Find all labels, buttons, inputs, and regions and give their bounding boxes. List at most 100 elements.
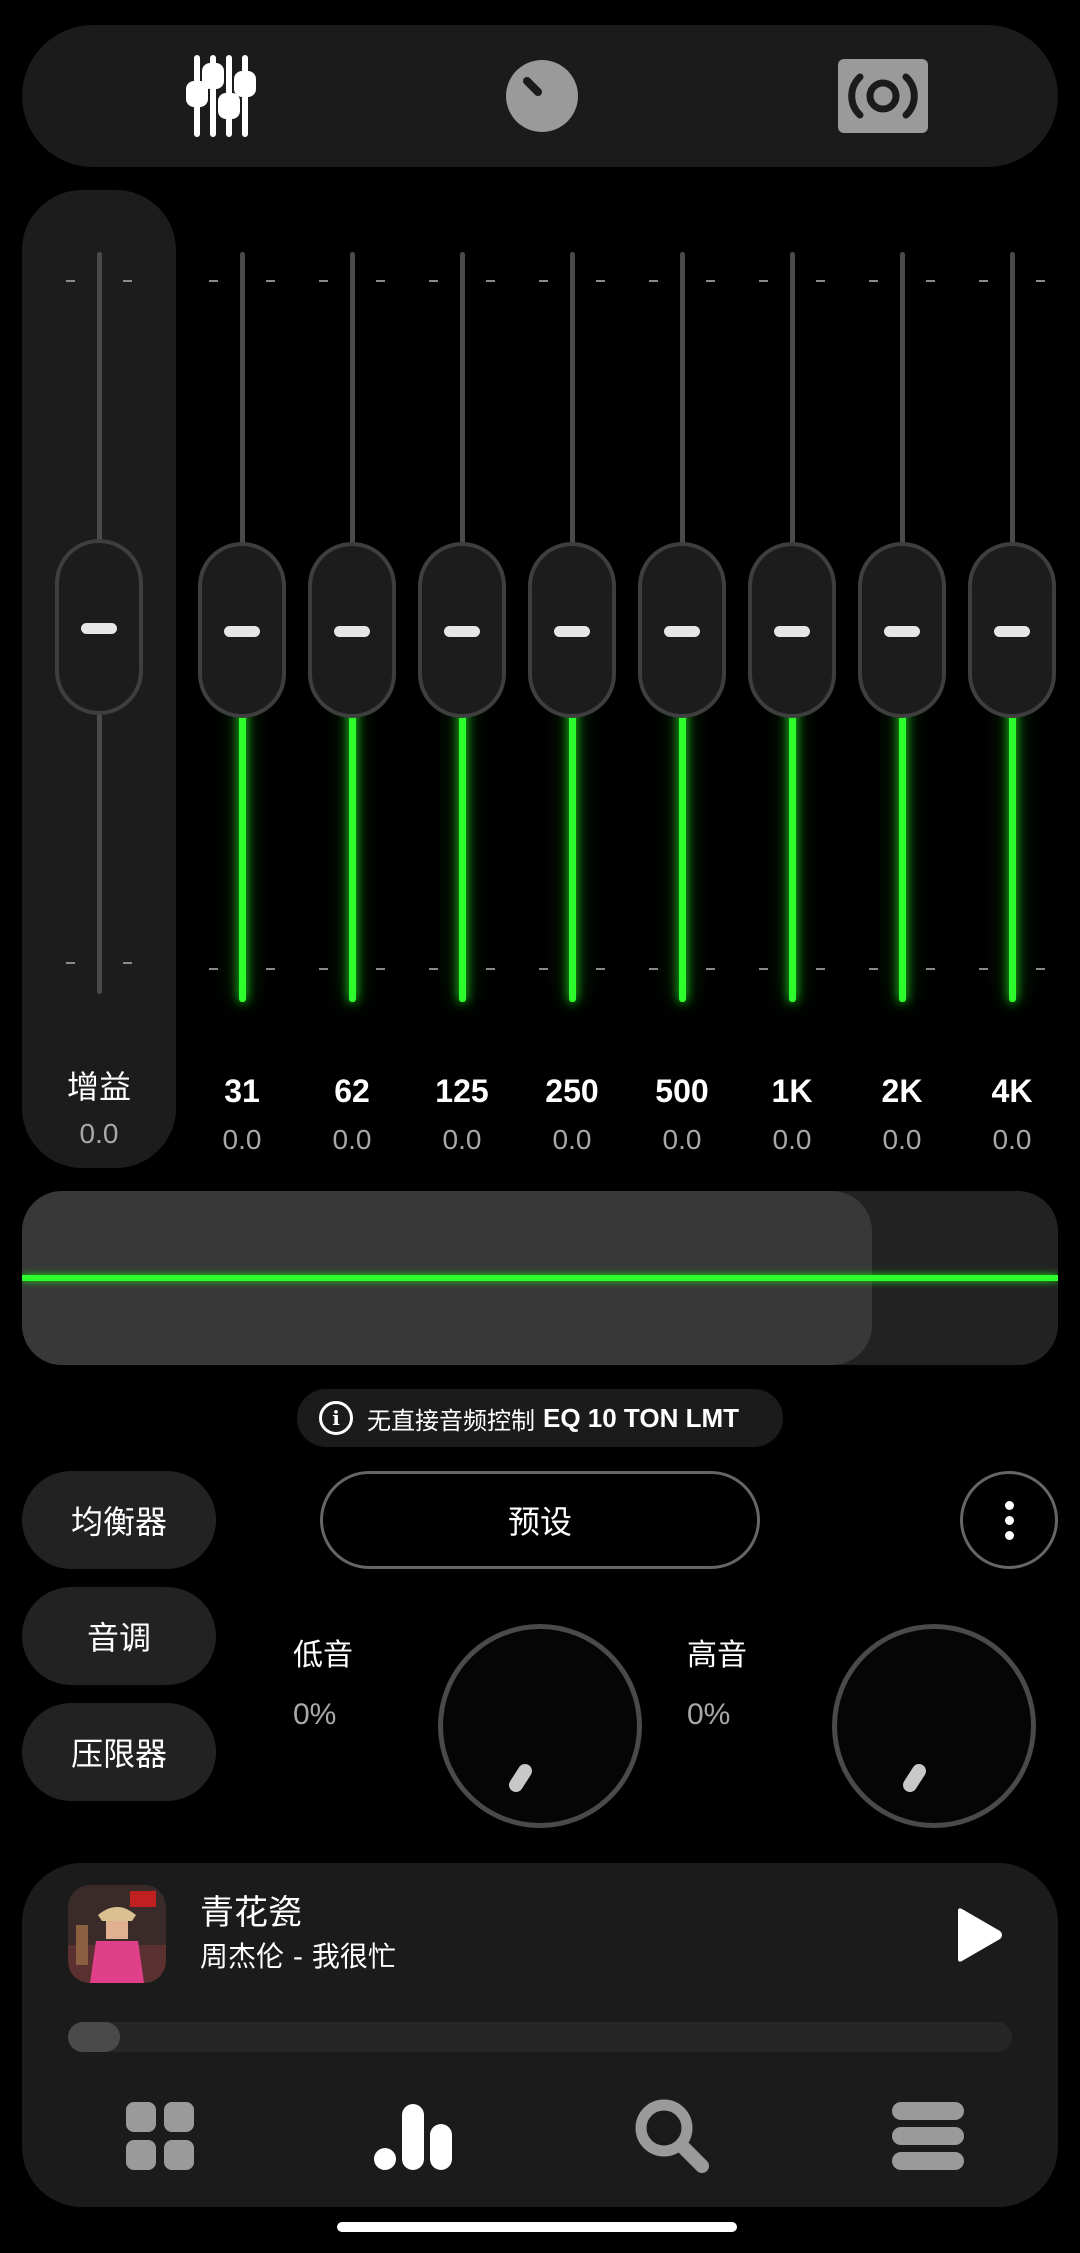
band-4K-thumb[interactable] [968,542,1056,718]
band-125-thumb[interactable] [418,542,506,718]
top-tab-bar [22,25,1058,167]
band-250-thumb[interactable] [528,542,616,718]
band-frequency-label: 4K [991,1073,1033,1109]
scale-tick [539,280,548,282]
album-art[interactable] [68,1885,166,1983]
band-frequency-label: 1K [771,1073,813,1109]
scale-tick [486,280,495,282]
scale-tick [979,280,988,282]
more-dot-icon [1004,1500,1014,1510]
thumb-grip [774,626,810,637]
thumb-grip [81,623,117,634]
band-value: 0.0 [992,1124,1032,1155]
scale-tick [123,280,132,282]
band-value: 0.0 [772,1124,812,1155]
speaker-icon[interactable] [829,25,937,167]
scale-tick [926,280,935,282]
bars-chart-icon[interactable] [372,2096,452,2176]
thumb-grip [664,626,700,637]
thumb-grip [444,626,480,637]
scale-tick [649,968,658,970]
band-value: 0.0 [662,1124,702,1155]
band-frequency-label: 250 [545,1073,599,1109]
scale-tick [596,968,605,970]
equalizer-sliders-icon[interactable] [167,25,275,167]
eq-curve-line [22,1275,1058,1281]
gain-value: 0.0 [79,1118,119,1149]
scale-tick [209,280,218,282]
equalizer-button[interactable]: 均衡器 [22,1471,216,1569]
bass-label: 低音 [293,1638,353,1673]
tone-button[interactable]: 音调 [22,1587,216,1685]
knob-icon[interactable] [488,25,596,167]
scale-tick [759,280,768,282]
scale-tick [979,968,988,970]
now-playing-panel: 青花瓷 周杰伦 - 我很忙 [22,1863,1058,2207]
band-frequency-label: 500 [655,1073,709,1109]
scale-tick [266,968,275,970]
info-code: EQ 10 TON LMT [543,1402,739,1433]
scale-tick [869,280,878,282]
scale-tick [429,968,438,970]
home-indicator[interactable] [337,2222,737,2232]
gain-label: 增益 [66,1068,131,1106]
treble-value: 0% [687,1698,731,1731]
limiter-button[interactable]: 压限器 [22,1703,216,1801]
band-value: 0.0 [882,1124,922,1155]
band-frequency-label: 2K [881,1073,923,1109]
play-button[interactable] [946,1905,1006,1965]
scale-tick [706,280,715,282]
band-frequency-label: 31 [224,1073,260,1109]
scale-tick [649,280,658,282]
grid-icon[interactable] [120,2096,200,2176]
scale-tick [1036,280,1045,282]
more-dot-icon [1004,1530,1014,1540]
info-icon: i [319,1401,353,1435]
scale-tick [209,968,218,970]
band-value: 0.0 [332,1124,372,1155]
thumb-grip [554,626,590,637]
bass-knob[interactable] [438,1624,642,1828]
more-options-button[interactable] [960,1471,1058,1569]
menu-icon[interactable] [888,2096,968,2176]
scale-tick [539,968,548,970]
thumb-grip [994,626,1030,637]
band-value: 0.0 [442,1124,482,1155]
eq-curve-visualizer[interactable] [22,1191,1058,1365]
band-frequency-label: 62 [334,1073,370,1109]
treble-knob[interactable] [832,1624,1036,1828]
scale-tick [66,962,75,964]
scale-tick [816,280,825,282]
scale-tick [376,280,385,282]
song-artist: 周杰伦 - 我很忙 [200,1940,396,1973]
more-dot-icon [1004,1515,1014,1525]
band-31-thumb[interactable] [198,542,286,718]
progress-handle[interactable] [68,2022,120,2052]
audio-control-info: i 无直接音频控制 EQ 10 TON LMT [297,1389,783,1447]
info-text: 无直接音频控制 [367,1406,535,1435]
scale-tick [66,280,75,282]
search-icon[interactable] [632,2096,712,2176]
band-frequency-label: 125 [435,1073,489,1109]
scale-tick [869,968,878,970]
bass-value: 0% [293,1698,337,1731]
band-62-thumb[interactable] [308,542,396,718]
thumb-grip [224,626,260,637]
scale-tick [706,968,715,970]
preset-button[interactable]: 预设 [320,1471,760,1569]
playback-progress[interactable] [68,2022,1012,2052]
scale-tick [429,280,438,282]
band-500-thumb[interactable] [638,542,726,718]
band-2K-thumb[interactable] [858,542,946,718]
treble-label: 高音 [687,1638,747,1673]
thumb-grip [884,626,920,637]
scale-tick [1036,968,1045,970]
band-1K-thumb[interactable] [748,542,836,718]
scale-tick [759,968,768,970]
scale-tick [926,968,935,970]
scale-tick [319,280,328,282]
scale-tick [596,280,605,282]
gain-thumb[interactable] [55,539,143,715]
song-title: 青花瓷 [200,1893,302,1933]
scale-tick [376,968,385,970]
